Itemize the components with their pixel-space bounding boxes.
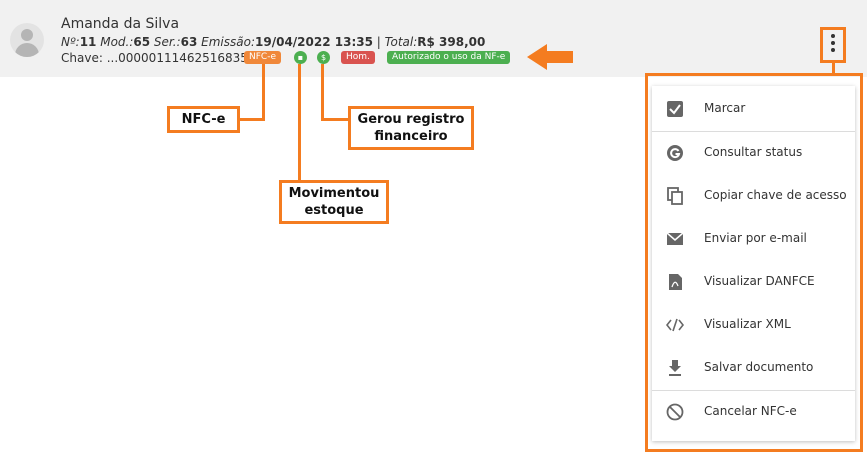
status-badge: Autorizado o uso da NF-e xyxy=(387,51,511,64)
access-key: Chave: ...00000111462516835 xyxy=(61,51,248,65)
menu-item-enviar-email[interactable]: Enviar por e-mail xyxy=(652,219,855,259)
nfce-badge: NFC-e xyxy=(244,51,281,64)
refresh-g-icon xyxy=(667,145,683,161)
customer-name: Amanda da Silva xyxy=(61,16,180,32)
connector-line xyxy=(237,118,265,121)
connector-line xyxy=(298,64,301,184)
download-icon xyxy=(669,360,681,376)
actions-menu: Marcar Consultar status Copiar chave de … xyxy=(652,86,855,441)
menu-item-visualizar-danfce[interactable]: Visualizar DANFCE xyxy=(652,262,855,302)
invoice-row[interactable]: Amanda da Silva Nº:11 Mod.:65 Ser.:63 Em… xyxy=(0,0,867,77)
connector-line xyxy=(262,64,265,121)
stock-movement-icon: ▪ xyxy=(294,51,307,64)
connector-line xyxy=(321,118,351,121)
menu-item-salvar-documento[interactable]: Salvar documento xyxy=(652,348,855,388)
menu-item-visualizar-xml[interactable]: Visualizar XML xyxy=(652,305,855,345)
arrow-left-icon xyxy=(527,44,573,70)
copy-icon xyxy=(667,187,683,205)
checkbox-checked-icon xyxy=(667,101,683,117)
annotation-financial: Gerou registro financeiro xyxy=(348,106,474,150)
block-icon xyxy=(666,403,684,421)
pdf-icon xyxy=(669,274,682,290)
connector-line xyxy=(321,64,324,121)
divider xyxy=(652,390,855,391)
homologation-badge: Hom. xyxy=(341,51,375,64)
annotation-stock: Movimentou estoque xyxy=(279,180,389,224)
menu-item-copiar-chave[interactable]: Copiar chave de acesso xyxy=(652,176,855,216)
mail-icon xyxy=(666,232,684,245)
avatar xyxy=(10,23,44,57)
financial-record-icon: $ xyxy=(317,51,330,64)
annotation-nfce: NFC-e xyxy=(167,106,240,133)
menu-item-cancelar-nfce[interactable]: Cancelar NFC-e xyxy=(652,392,855,432)
menu-item-marcar[interactable]: Marcar xyxy=(652,89,855,129)
menu-item-consultar-status[interactable]: Consultar status xyxy=(652,133,855,173)
kebab-highlight xyxy=(820,27,846,63)
divider xyxy=(652,131,855,132)
code-icon xyxy=(666,318,684,332)
invoice-info: Nº:11 Mod.:65 Ser.:63 Emissão:19/04/2022… xyxy=(61,35,486,49)
